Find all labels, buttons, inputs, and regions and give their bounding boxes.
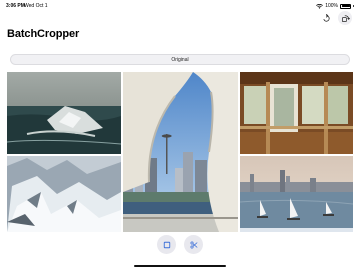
wifi-icon (316, 3, 324, 9)
harbor-sailboats-photo (240, 156, 353, 232)
square-icon (163, 241, 170, 248)
photo-tile-ferry[interactable] (123, 72, 238, 232)
rotate-button[interactable] (338, 11, 352, 25)
home-indicator (134, 265, 226, 267)
train-interior-photo (240, 72, 353, 154)
snowy-mountains-photo (7, 156, 121, 232)
ferry-seattle-photo (123, 72, 238, 232)
undo-button[interactable] (319, 11, 333, 25)
rotate-icon (341, 14, 350, 22)
segmented-control[interactable]: Original (10, 54, 350, 65)
battery-icon (340, 3, 351, 9)
photo-tile-mountains[interactable] (7, 156, 121, 232)
photo-tile-ocean[interactable] (7, 72, 121, 154)
page-title: BatchCropper (7, 28, 80, 40)
undo-icon (323, 13, 330, 22)
photo-grid (0, 72, 360, 232)
status-date: Wed Oct 1 (24, 3, 48, 9)
battery-percent: 100% (325, 3, 338, 9)
status-bar: 3:06 PM Wed Oct 1 100% (0, 0, 360, 11)
top-actions (319, 11, 352, 25)
ocean-waves-photo (7, 72, 121, 154)
square-button[interactable] (157, 235, 176, 254)
bottom-toolbar (0, 232, 360, 270)
status-time: 3:06 PM (6, 3, 25, 9)
status-indicators: 100% (316, 3, 354, 9)
photo-tile-train[interactable] (240, 72, 353, 154)
crop-button[interactable] (184, 235, 203, 254)
scissors-icon (189, 240, 197, 249)
segment-original[interactable]: Original (171, 57, 188, 63)
photo-tile-harbor[interactable] (240, 156, 353, 232)
